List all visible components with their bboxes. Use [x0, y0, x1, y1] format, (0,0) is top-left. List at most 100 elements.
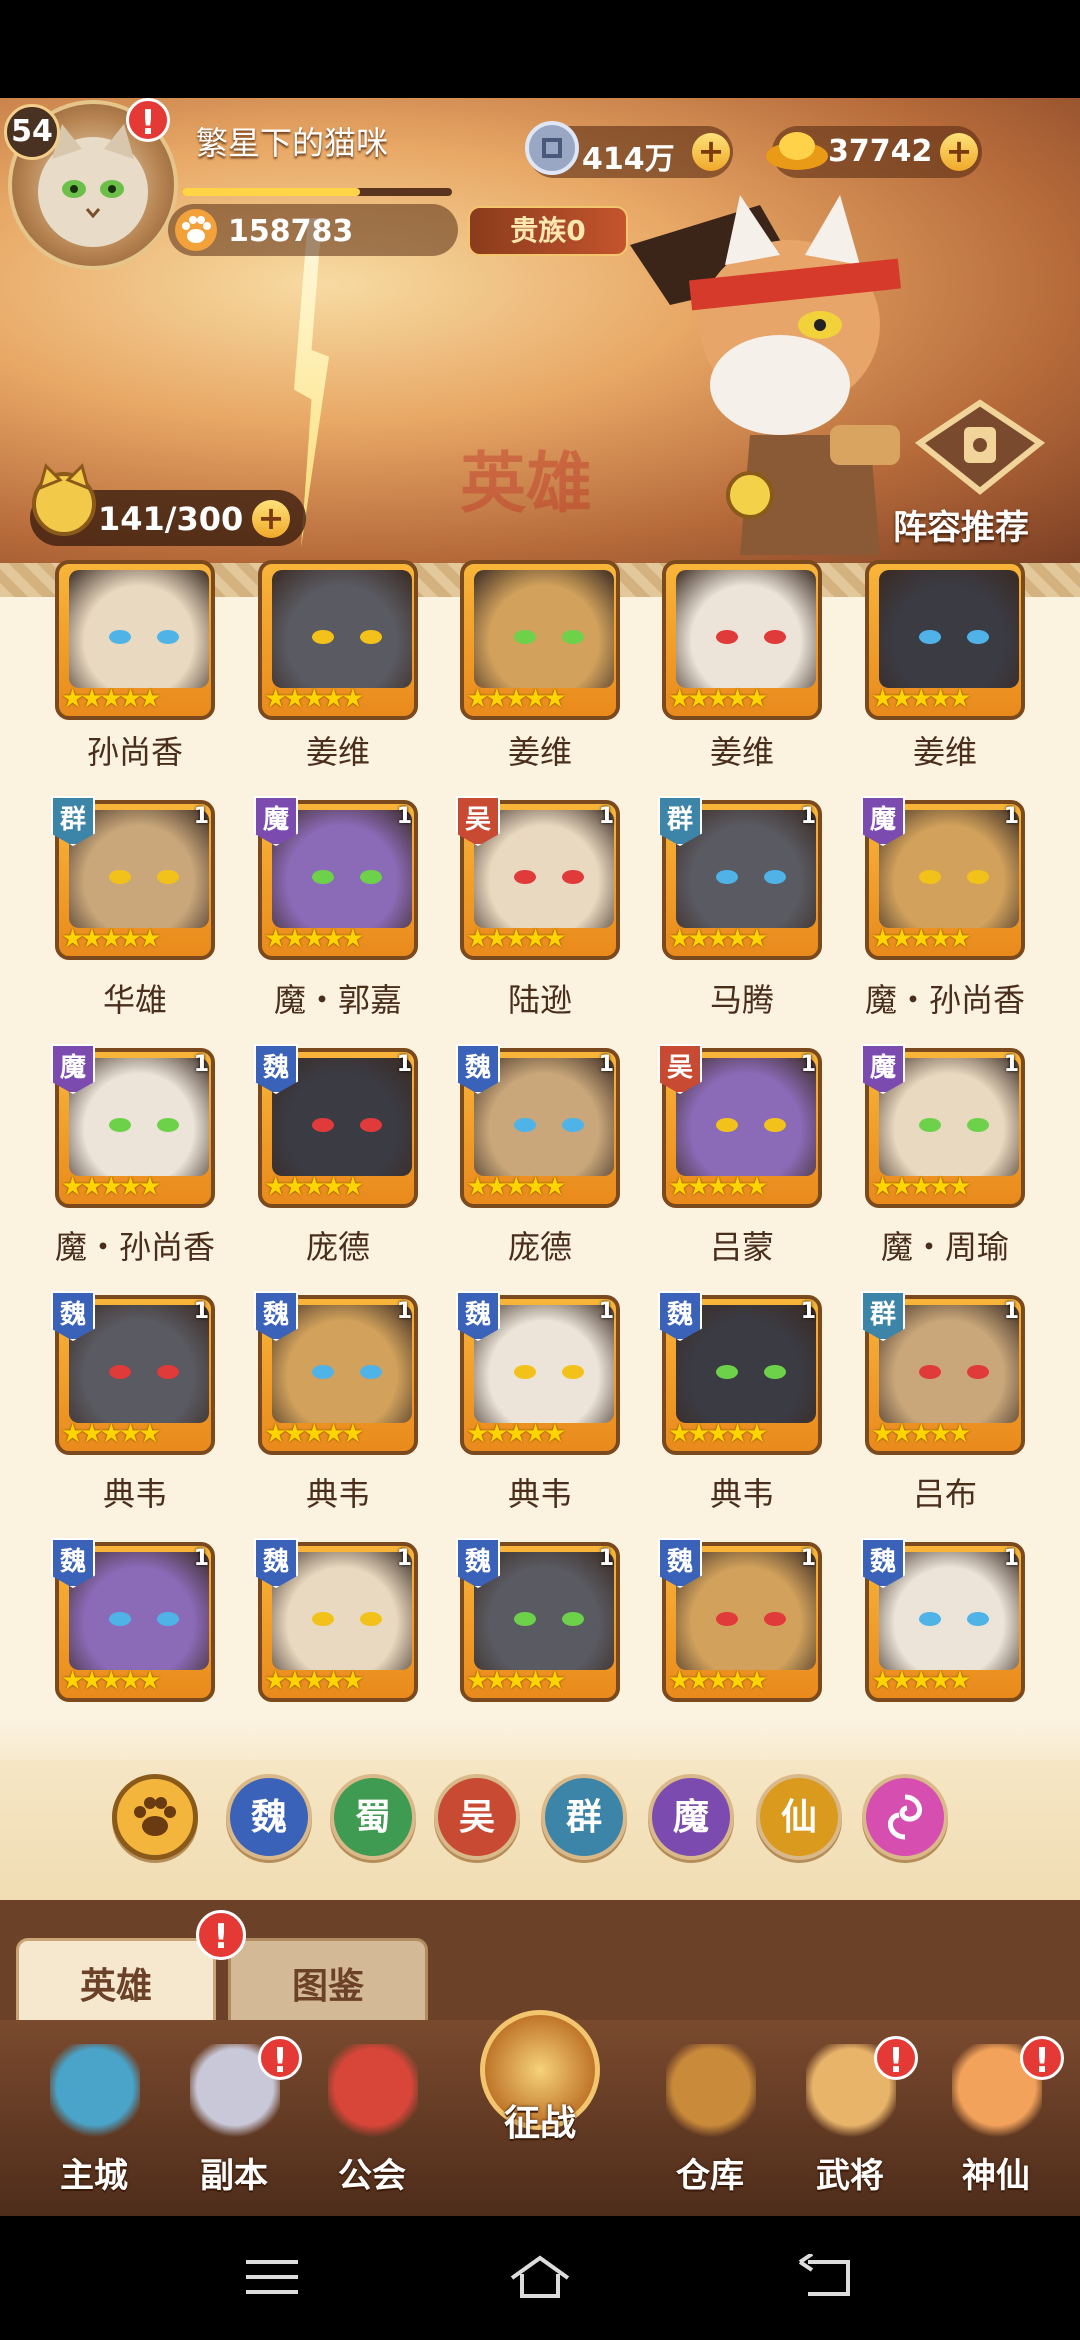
hero-card[interactable]: ★★★★★ 魏 1 — [456, 1291, 620, 1455]
filter-paw-icon[interactable] — [112, 1774, 198, 1860]
hero-eye — [562, 1612, 584, 1626]
hero-name: 魔・周瑜 — [880, 1228, 1009, 1266]
nav-label: 副本 — [200, 2156, 268, 2196]
hero-eye — [312, 870, 334, 884]
hero-card[interactable]: ★★★★★ 魏 1 — [456, 1538, 620, 1702]
hero-eye — [157, 630, 179, 644]
menu-icon[interactable] — [244, 2254, 300, 2300]
hero-eye — [764, 1365, 786, 1379]
nav-label: 公会 — [338, 2156, 406, 2196]
nav-battle[interactable]: 征战 — [470, 2010, 610, 2180]
hero-eye — [514, 1365, 536, 1379]
star-rating: ★★★★★ — [466, 1419, 567, 1449]
hero-card[interactable]: ★★★★★ 魏 1 — [51, 1291, 215, 1455]
hero-card[interactable]: ★★★★★ 魏 1 — [861, 1538, 1025, 1702]
hero-eye — [109, 1365, 131, 1379]
hero-card[interactable]: ★★★★★ — [55, 560, 215, 720]
star-rating: ★★★★★ — [466, 1666, 567, 1696]
hero-eye — [967, 1365, 989, 1379]
hero-card[interactable]: ★★★★★ 魏 1 — [254, 1291, 418, 1455]
hero-name: 典韦 — [507, 1475, 572, 1513]
hero-card[interactable]: ★★★★★ 魏 1 — [254, 1044, 418, 1208]
star-rating: ★★★★★ — [466, 1172, 567, 1202]
hero-card[interactable]: ★★★★★ — [662, 560, 822, 720]
hero-card[interactable]: ★★★★★ 魏 1 — [456, 1044, 620, 1208]
nav-immortal[interactable]: 神仙! — [926, 2036, 1066, 2206]
hero-level: 1 — [193, 1052, 209, 1077]
star-rating: ★★★★★ — [871, 1172, 972, 1202]
hero-card[interactable]: ★★★★★ 魏 1 — [51, 1538, 215, 1702]
star-rating: ★★★★★ — [264, 1172, 365, 1202]
xp-bar-fill — [182, 188, 361, 196]
hero-eye — [562, 870, 584, 884]
hero-card[interactable]: ★★★★★ 魔 1 — [254, 796, 418, 960]
nav-general[interactable]: 武将! — [780, 2036, 920, 2206]
hero-card[interactable]: ★★★★★ 群 1 — [658, 796, 822, 960]
hero-card[interactable]: ★★★★★ 魔 1 — [51, 1044, 215, 1208]
hero-eye — [716, 1612, 738, 1626]
back-icon[interactable] — [796, 2252, 852, 2300]
avatar-alert-icon: ! — [126, 98, 170, 143]
add-energy-button[interactable]: + — [252, 500, 290, 538]
hero-card[interactable]: ★★★★★ 吴 1 — [658, 1044, 822, 1208]
formation-card-icon — [914, 399, 1046, 495]
add-gold-button[interactable]: + — [940, 133, 978, 171]
hero-level: 1 — [598, 1546, 614, 1571]
filter-faction-button[interactable]: 蜀 — [330, 1774, 416, 1860]
filter-faction-button[interactable]: 仙 — [756, 1774, 842, 1860]
silver-coin-icon — [524, 120, 580, 180]
level-badge: 54 — [4, 104, 60, 160]
hero-card[interactable]: ★★★★★ — [258, 560, 418, 720]
hero-card[interactable]: ★★★★★ — [460, 560, 620, 720]
hero-eye — [764, 1118, 786, 1132]
filter-faction-button[interactable]: 魏 — [226, 1774, 312, 1860]
hero-card[interactable]: ★★★★★ 群 1 — [861, 1291, 1025, 1455]
hero-card[interactable]: ★★★★★ — [865, 560, 1025, 720]
nav-label: 仓库 — [676, 2156, 744, 2196]
hero-name: 魔・孙尚香 — [864, 981, 1025, 1019]
nav-sword[interactable]: 副本! — [164, 2036, 304, 2206]
hero-eye — [157, 1118, 179, 1132]
filter-faction-button[interactable]: 魔 — [648, 1774, 734, 1860]
hero-eye — [109, 1118, 131, 1132]
hero-eye — [967, 870, 989, 884]
nav-label: 主城 — [60, 2156, 128, 2196]
hero-card[interactable]: ★★★★★ 魔 1 — [861, 1044, 1025, 1208]
filter-swirl-icon[interactable] — [862, 1774, 948, 1860]
hero-eye — [360, 630, 382, 644]
hero-portrait — [474, 570, 614, 688]
hero-level: 1 — [396, 1052, 412, 1077]
add-silver-button[interactable]: + — [692, 133, 730, 171]
hero-name: 典韦 — [709, 1475, 774, 1513]
filter-faction-button[interactable]: 群 — [541, 1774, 627, 1860]
hero-name: 吕布 — [912, 1475, 977, 1513]
home-icon[interactable] — [508, 2254, 572, 2300]
hero-card[interactable]: ★★★★★ 魔 1 — [861, 796, 1025, 960]
hero-card[interactable]: ★★★★★ 吴 1 — [456, 796, 620, 960]
hero-eye — [157, 870, 179, 884]
hero-eye — [919, 1365, 941, 1379]
star-rating: ★★★★★ — [871, 924, 972, 954]
nav-flag[interactable]: 公会 — [302, 2036, 442, 2206]
star-rating: ★★★★★ — [668, 1419, 769, 1449]
filter-faction-button[interactable]: 吴 — [434, 1774, 520, 1860]
nav-castle[interactable]: 主城 — [24, 2036, 164, 2206]
hero-eye — [919, 870, 941, 884]
hero-card[interactable]: ★★★★★ 魏 1 — [658, 1291, 822, 1455]
hero-level: 1 — [1003, 1546, 1019, 1571]
star-rating: ★★★★★ — [668, 684, 769, 714]
hero-name: 陆逊 — [507, 981, 572, 1019]
hero-card[interactable]: ★★★★★ 魏 1 — [254, 1538, 418, 1702]
nav-bag[interactable]: 仓库 — [640, 2036, 780, 2206]
hero-card[interactable]: ★★★★★ 魏 1 — [658, 1538, 822, 1702]
hero-card[interactable]: ★★★★★ 群 1 — [51, 796, 215, 960]
hero-card-frame: ★★★★★ — [258, 560, 418, 720]
nav-label: 神仙 — [962, 2156, 1030, 2196]
noble-badge[interactable]: 贵族0 — [468, 206, 628, 256]
star-rating: ★★★★★ — [466, 684, 567, 714]
hero-level: 1 — [396, 1299, 412, 1324]
bag-icon — [666, 2044, 756, 2140]
hero-eye — [562, 630, 584, 644]
hero-portrait — [69, 570, 209, 688]
hero-name: 典韦 — [102, 1475, 167, 1513]
